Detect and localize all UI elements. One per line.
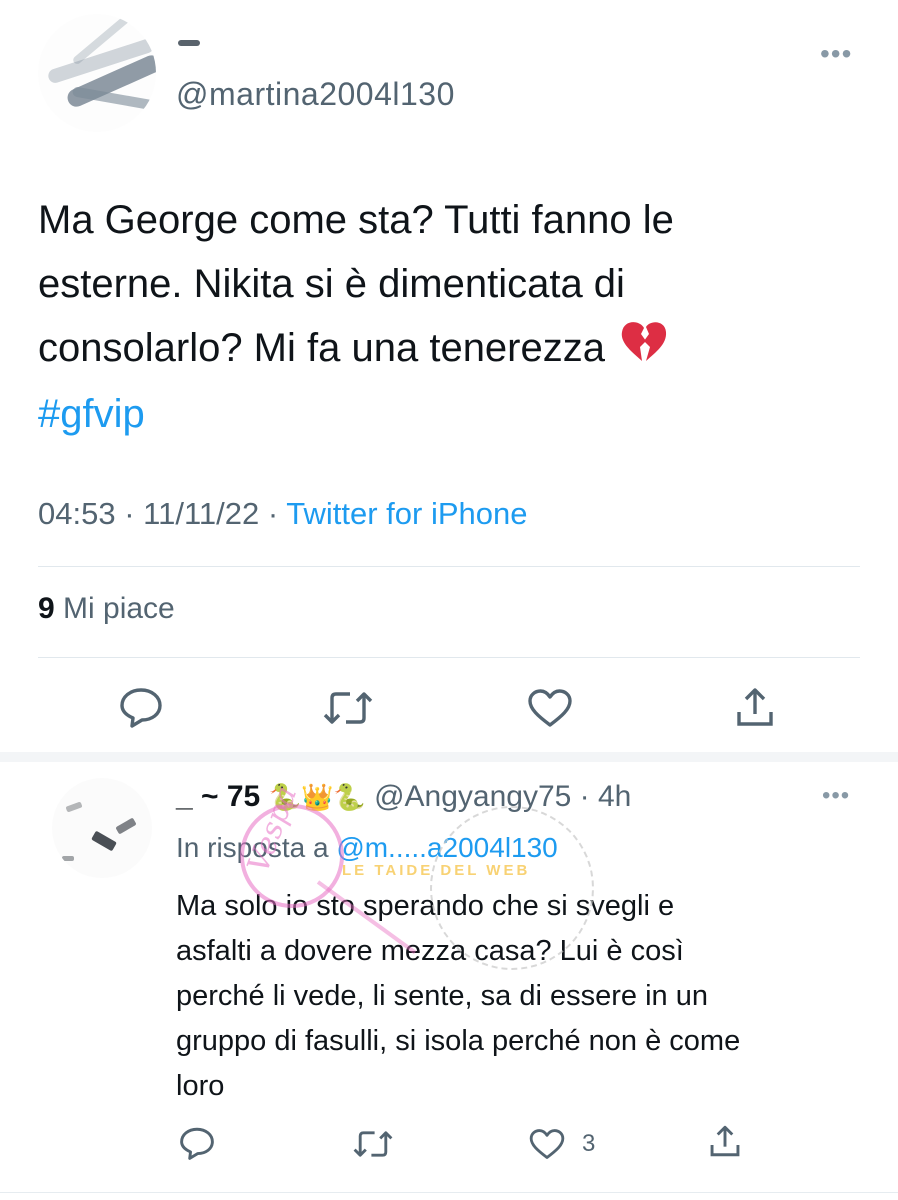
tweet-text: Ma George come sta? Tutti fanno le ester… bbox=[38, 188, 838, 446]
meta-separator: · bbox=[267, 496, 279, 531]
author-avatar[interactable] bbox=[38, 14, 156, 132]
likes-summary[interactable]: 9 Mi piace bbox=[38, 592, 175, 626]
tweet-text-fragment: consolarlo? Mi fa una tenerezza bbox=[38, 326, 605, 370]
likes-label: Mi piace bbox=[63, 592, 175, 625]
share-icon bbox=[737, 688, 773, 726]
more-options-icon[interactable]: ••• bbox=[820, 38, 852, 70]
hashtag-link[interactable]: #gfvip bbox=[38, 382, 838, 446]
author-name-redacted bbox=[178, 40, 200, 46]
like-count: 3 bbox=[582, 1130, 596, 1157]
reply-author-name[interactable]: _ ~ 75 bbox=[176, 780, 260, 813]
tweet-text-line: esterne. Nikita si è dimenticata di bbox=[38, 262, 625, 306]
heart-icon bbox=[529, 1129, 565, 1159]
retweet-icon bbox=[353, 1131, 393, 1157]
reply-handle[interactable]: @Angyangy75 bbox=[374, 780, 571, 813]
like-button[interactable]: 3 bbox=[528, 1128, 595, 1160]
meta-separator: · bbox=[124, 496, 135, 531]
retweet-button[interactable] bbox=[322, 688, 374, 728]
reply-text-line: gruppo di fasulli, si isola perché non è… bbox=[176, 1025, 741, 1057]
share-button[interactable] bbox=[734, 686, 776, 728]
main-tweet: @martina2004l130 ••• Ma George come sta?… bbox=[0, 0, 898, 752]
more-options-icon[interactable]: ••• bbox=[822, 782, 850, 810]
like-button[interactable] bbox=[526, 688, 574, 728]
watermark-dashed-ring bbox=[430, 806, 594, 970]
reply-button[interactable] bbox=[118, 686, 164, 728]
reply-header: _ ~ 75 🐍👑🐍 @Angyangy75 · 4h bbox=[176, 780, 631, 814]
author-handle[interactable]: @martina2004l130 bbox=[176, 76, 455, 113]
reply-avatar[interactable] bbox=[52, 778, 152, 878]
tweet-text-line: consolarlo? Mi fa una tenerezza bbox=[38, 316, 838, 382]
tweet-source-link[interactable]: Twitter for iPhone bbox=[286, 496, 527, 531]
reply-time[interactable]: · 4h bbox=[580, 780, 632, 813]
retweet-icon bbox=[323, 692, 373, 724]
retweet-button[interactable] bbox=[352, 1128, 394, 1160]
tweet-date[interactable]: 11/11/22 bbox=[143, 496, 259, 531]
broken-heart-emoji bbox=[620, 318, 668, 382]
reply-text-line: loro bbox=[176, 1070, 225, 1102]
reply-bubble-icon bbox=[180, 1127, 214, 1160]
reply-button[interactable] bbox=[178, 1126, 216, 1160]
divider bbox=[0, 1192, 898, 1193]
divider bbox=[38, 566, 860, 567]
reply-text-line: perché li vede, li sente, sa di essere i… bbox=[176, 980, 708, 1012]
watermark-banner-text: LE TAIDE DEL WEB bbox=[342, 862, 531, 879]
divider bbox=[38, 657, 860, 658]
likes-count: 9 bbox=[38, 592, 55, 625]
reply-tweet[interactable]: _ ~ 75 🐍👑🐍 @Angyangy75 · 4h ••• In rispo… bbox=[0, 762, 898, 1200]
heart-icon bbox=[528, 689, 572, 727]
share-button[interactable] bbox=[708, 1124, 742, 1158]
share-icon bbox=[710, 1125, 740, 1157]
tweet-text-line: Ma George come sta? Tutti fanno le bbox=[38, 198, 674, 242]
thread-separator bbox=[0, 752, 898, 762]
tweet-time[interactable]: 04:53 bbox=[38, 496, 116, 531]
tweet-metadata: 04:53 · 11/11/22 · Twitter for iPhone bbox=[38, 496, 527, 532]
reply-bubble-icon bbox=[120, 688, 162, 728]
